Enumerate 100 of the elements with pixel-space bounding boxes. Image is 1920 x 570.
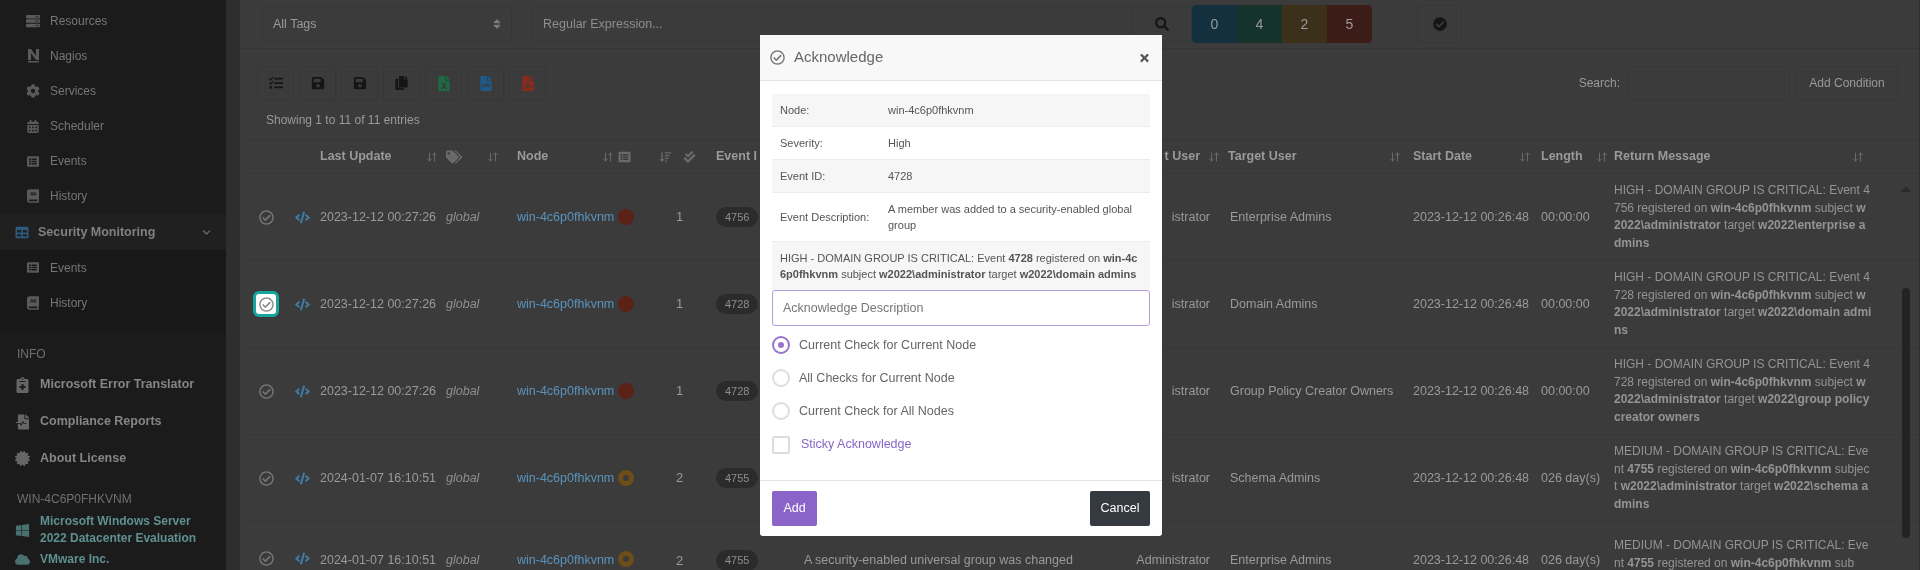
table-cell: 00:00:00: [1541, 383, 1590, 398]
code-icon[interactable]: [294, 471, 310, 485]
code-icon[interactable]: [294, 384, 310, 398]
sidebar-item[interactable]: About License: [0, 440, 226, 478]
tags-select[interactable]: All Tags: [262, 6, 512, 42]
table-cell-text: istrator: [1171, 382, 1210, 400]
sort-icon[interactable]: [487, 150, 499, 163]
acknowledge-all-button[interactable]: [1417, 5, 1462, 43]
code-icon[interactable]: [294, 210, 310, 224]
csv-button[interactable]: [467, 65, 504, 101]
event-message: HIGH - DOMAIN GROUP IS CRITICAL: Event 4728 registered on win-4c6p0fhkvnm subject w2022\administrator target w2022\domain admins: [772, 242, 1150, 290]
table-cell: 00:00:00: [1541, 296, 1590, 311]
sort-icon[interactable]: [1852, 150, 1864, 163]
copy-icon: [395, 76, 408, 90]
table-cell: 00:00:00: [1541, 209, 1590, 224]
severity-count-button[interactable]: 2: [1282, 5, 1327, 43]
sidebar-group-label: Security Monitoring: [38, 223, 157, 241]
sidebar-item[interactable]: VMware Inc.: [0, 549, 226, 570]
table-cell: 1: [676, 296, 684, 312]
radio-label[interactable]: All Checks for Current Node: [799, 368, 955, 388]
sticky-checkbox[interactable]: [772, 435, 790, 454]
discard-button[interactable]: [341, 65, 378, 101]
node-link[interactable]: win-4c6p0fhkvnm: [517, 553, 615, 567]
column-header: Event I: [716, 148, 757, 166]
table-cell: 2: [676, 553, 684, 568]
sidebar-group[interactable]: Security Monitoring: [0, 214, 226, 251]
chevron-icon[interactable]: [202, 227, 211, 237]
column-header: Node: [517, 148, 549, 166]
book-icon: [27, 189, 39, 204]
severity-count-button[interactable]: 0: [1192, 5, 1237, 43]
table-cell: 2023-12-12 00:26:48: [1413, 209, 1530, 224]
select-arrows-icon: [493, 18, 501, 30]
excel-button[interactable]: [425, 65, 462, 101]
logo-icon: [26, 48, 40, 64]
sort-icon[interactable]: [1519, 150, 1531, 163]
sidebar-item[interactable]: Scheduler: [0, 108, 226, 144]
server-icon: [26, 13, 40, 28]
scrollbar-thumb[interactable]: [1902, 288, 1910, 538]
double-check-icon: [683, 150, 696, 163]
sort-icon[interactable]: [426, 150, 438, 163]
event-id-badge: 4728: [716, 293, 759, 315]
cancel-button[interactable]: Cancel: [1090, 491, 1150, 526]
pdf-button[interactable]: [509, 65, 546, 101]
radio-button[interactable]: [772, 336, 790, 355]
sidebar-item[interactable]: History: [0, 178, 226, 215]
save-button[interactable]: [299, 65, 336, 101]
table-cell: 2024-01-07 16:10:51: [320, 553, 437, 567]
clipboard-icon: [16, 376, 29, 393]
tag-label: global: [446, 553, 480, 567]
code-icon[interactable]: [294, 552, 310, 565]
acknowledge-button[interactable]: [253, 291, 279, 317]
detail-value: win-4c6p0fhkvnm: [888, 103, 975, 118]
table-cell: 1: [676, 209, 684, 225]
sort-icon[interactable]: [1389, 150, 1401, 163]
return-message: HIGH - DOMAIN GROUP IS CRITICAL: Event 4728 registered on win-4c6p0fhkvnm subject w2022\administrator target w2022\group policy creator owners: [1614, 356, 1871, 426]
table-cell-text: Administrator: [1136, 552, 1210, 569]
return-message: MEDIUM - DOMAIN GROUP IS CRITICAL: Event 4755 registered on win-4c6p0fhkvnm subject w2022\administrator target w2022\schema admins: [1614, 443, 1871, 513]
node-link[interactable]: win-4c6p0fhkvnm: [517, 209, 615, 224]
node-link[interactable]: win-4c6p0fhkvnm: [517, 296, 615, 311]
severity-count-button[interactable]: 4: [1237, 5, 1282, 43]
sidebar-item[interactable]: Services: [0, 73, 226, 109]
list-icon: [618, 150, 631, 163]
checklist-button[interactable]: [257, 65, 294, 101]
sidebar-item[interactable]: History: [0, 285, 226, 321]
sidebar-item[interactable]: Events: [0, 250, 226, 286]
windows-icon: [15, 522, 30, 538]
add-button[interactable]: Add: [772, 491, 817, 526]
sidebar-item[interactable]: Events: [0, 143, 226, 179]
event-id-badge: 4755: [716, 467, 759, 489]
sort-icon[interactable]: [1596, 150, 1608, 163]
sidebar-item[interactable]: Nagios: [0, 38, 226, 74]
event-id-badge: 4728: [716, 380, 759, 402]
sidebar-item[interactable]: Microsoft Error Translator: [0, 366, 226, 404]
column-header: Return Message: [1614, 148, 1711, 166]
cloud-icon: [15, 552, 30, 568]
node-link[interactable]: win-4c6p0fhkvnm: [517, 470, 615, 485]
table-cell: Enterprise Admins: [1230, 553, 1332, 567]
add-condition-button[interactable]: Add Condition: [1796, 65, 1898, 101]
sticky-label[interactable]: Sticky Acknowledge: [801, 435, 912, 454]
sort-icon[interactable]: [660, 150, 671, 163]
severity-count-button[interactable]: 5: [1327, 5, 1372, 43]
code-icon[interactable]: [294, 297, 310, 311]
node-link[interactable]: win-4c6p0fhkvnm: [517, 383, 615, 398]
description-field[interactable]: Acknowledge Description: [772, 290, 1150, 326]
regex-field[interactable]: Regular Expression...: [532, 6, 1132, 42]
sidebar-item[interactable]: Compliance Reports: [0, 403, 226, 441]
calendar-icon: [27, 119, 39, 133]
table-cell: 2023-12-12 00:27:26: [320, 383, 437, 398]
radio-label[interactable]: Current Check for Current Node: [799, 336, 977, 355]
section-heading: INFO: [16, 346, 46, 364]
table-cell: 026 day(s): [1541, 470, 1601, 485]
sidebar-item[interactable]: Resources: [0, 3, 226, 39]
sidebar-item[interactable]: Microsoft Windows Server 2022 Datacenter Evaluation: [0, 511, 226, 550]
tag-label: global: [446, 209, 480, 224]
column-header: Target User: [1228, 148, 1297, 166]
sort-icon[interactable]: [602, 150, 614, 163]
tag-label: global: [446, 383, 480, 398]
sort-icon[interactable]: [1208, 150, 1220, 163]
copy-button[interactable]: [383, 65, 420, 101]
radio-label[interactable]: Current Check for All Nodes: [799, 401, 954, 421]
